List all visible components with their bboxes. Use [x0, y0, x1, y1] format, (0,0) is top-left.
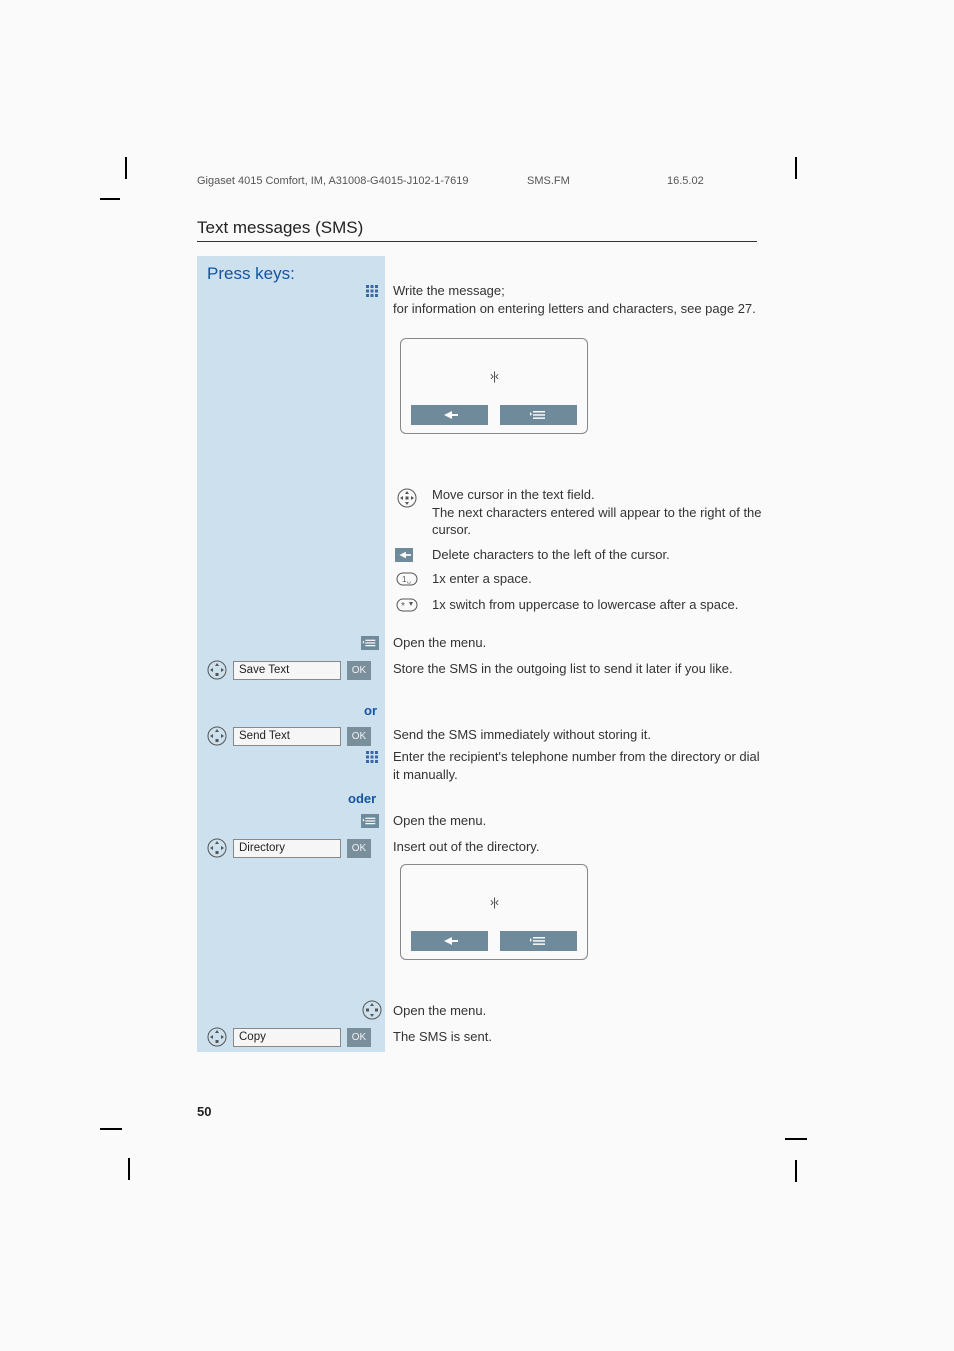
directory-label: Directory — [233, 839, 341, 858]
menu-icon — [361, 814, 379, 828]
file-name: SMS.FM — [527, 175, 570, 187]
svg-text:*: * — [401, 601, 405, 612]
cursor-icon: ›|‹ — [490, 895, 498, 909]
crop-mark — [100, 1128, 122, 1130]
hint-case: 1x switch from uppercase to lowercase af… — [432, 596, 762, 614]
crop-mark — [125, 157, 127, 179]
enter-recipient: Enter the recipient's telephone number f… — [393, 748, 763, 783]
ok-button: OK — [347, 727, 371, 746]
directory-step: Directory OK — [207, 837, 371, 859]
save-text-step: Save Text OK — [207, 659, 371, 681]
crop-mark — [100, 198, 120, 200]
nav-icon — [207, 660, 227, 680]
back-arrow-icon — [395, 548, 413, 562]
send-text-step: Send Text OK — [207, 725, 371, 747]
nav-icon — [207, 838, 227, 858]
hint-del: Delete characters to the left of the cur… — [432, 546, 762, 564]
open-menu-3: Open the menu. — [393, 1002, 763, 1020]
doc-id: Gigaset 4015 Comfort, IM, A31008-G4015-J… — [197, 175, 469, 187]
press-keys-column — [197, 256, 385, 1052]
cursor-icon: ›|‹ — [490, 369, 498, 383]
or-label: or — [364, 703, 377, 718]
crop-mark — [128, 1158, 130, 1180]
crop-mark — [795, 157, 797, 179]
softkey-menu — [500, 931, 577, 951]
header-date: 16.5.02 — [667, 175, 704, 187]
crop-mark — [795, 1160, 797, 1182]
hint-nav: Move cursor in the text field. The next … — [432, 486, 762, 539]
write-msg-line1: Write the message; — [393, 282, 763, 300]
copy-step: Copy OK — [207, 1026, 371, 1048]
crop-mark — [785, 1138, 807, 1140]
softkey-back — [411, 405, 488, 425]
svg-text:␣: ␣ — [407, 578, 411, 584]
open-menu-2: Open the menu. — [393, 812, 763, 830]
write-msg-text: Write the message; for information on en… — [393, 282, 763, 317]
running-header: Gigaset 4015 Comfort, IM, A31008-G4015-J… — [197, 175, 469, 187]
nav-icon — [393, 488, 421, 508]
page-number: 50 — [197, 1104, 211, 1119]
nav-icon — [207, 1027, 227, 1047]
menu-icon — [361, 636, 379, 650]
save-text-label: Save Text — [233, 661, 341, 680]
send-text-desc: Send the SMS immediately without storing… — [393, 726, 763, 744]
nav-icon — [207, 726, 227, 746]
one-key-icon: 1␣ — [393, 572, 421, 586]
ok-button: OK — [347, 839, 371, 858]
star-key-icon: * — [393, 598, 421, 612]
ok-button: OK — [347, 1028, 371, 1047]
hint-space: 1x enter a space. — [432, 570, 762, 588]
send-text-label: Send Text — [233, 727, 341, 746]
ok-button: OK — [347, 661, 371, 680]
save-text-desc: Store the SMS in the outgoing list to se… — [393, 660, 763, 678]
nav-icon — [358, 1000, 386, 1020]
keypad-icon — [365, 750, 379, 764]
oder-label: oder — [348, 791, 376, 806]
write-msg-line2: for information on entering letters and … — [393, 300, 763, 318]
press-keys-label: Press keys: — [207, 264, 295, 284]
open-menu-1: Open the menu. — [393, 634, 763, 652]
copy-label: Copy — [233, 1028, 341, 1047]
phone-screen-number: ›|‹ — [400, 864, 588, 960]
section-title: Text messages (SMS) — [197, 218, 757, 242]
phone-screen-compose: ›|‹ — [400, 338, 588, 434]
softkey-menu — [500, 405, 577, 425]
softkey-back — [411, 931, 488, 951]
copy-desc: The SMS is sent. — [393, 1028, 763, 1046]
directory-desc: Insert out of the directory. — [393, 838, 763, 856]
keypad-icon — [365, 284, 379, 298]
